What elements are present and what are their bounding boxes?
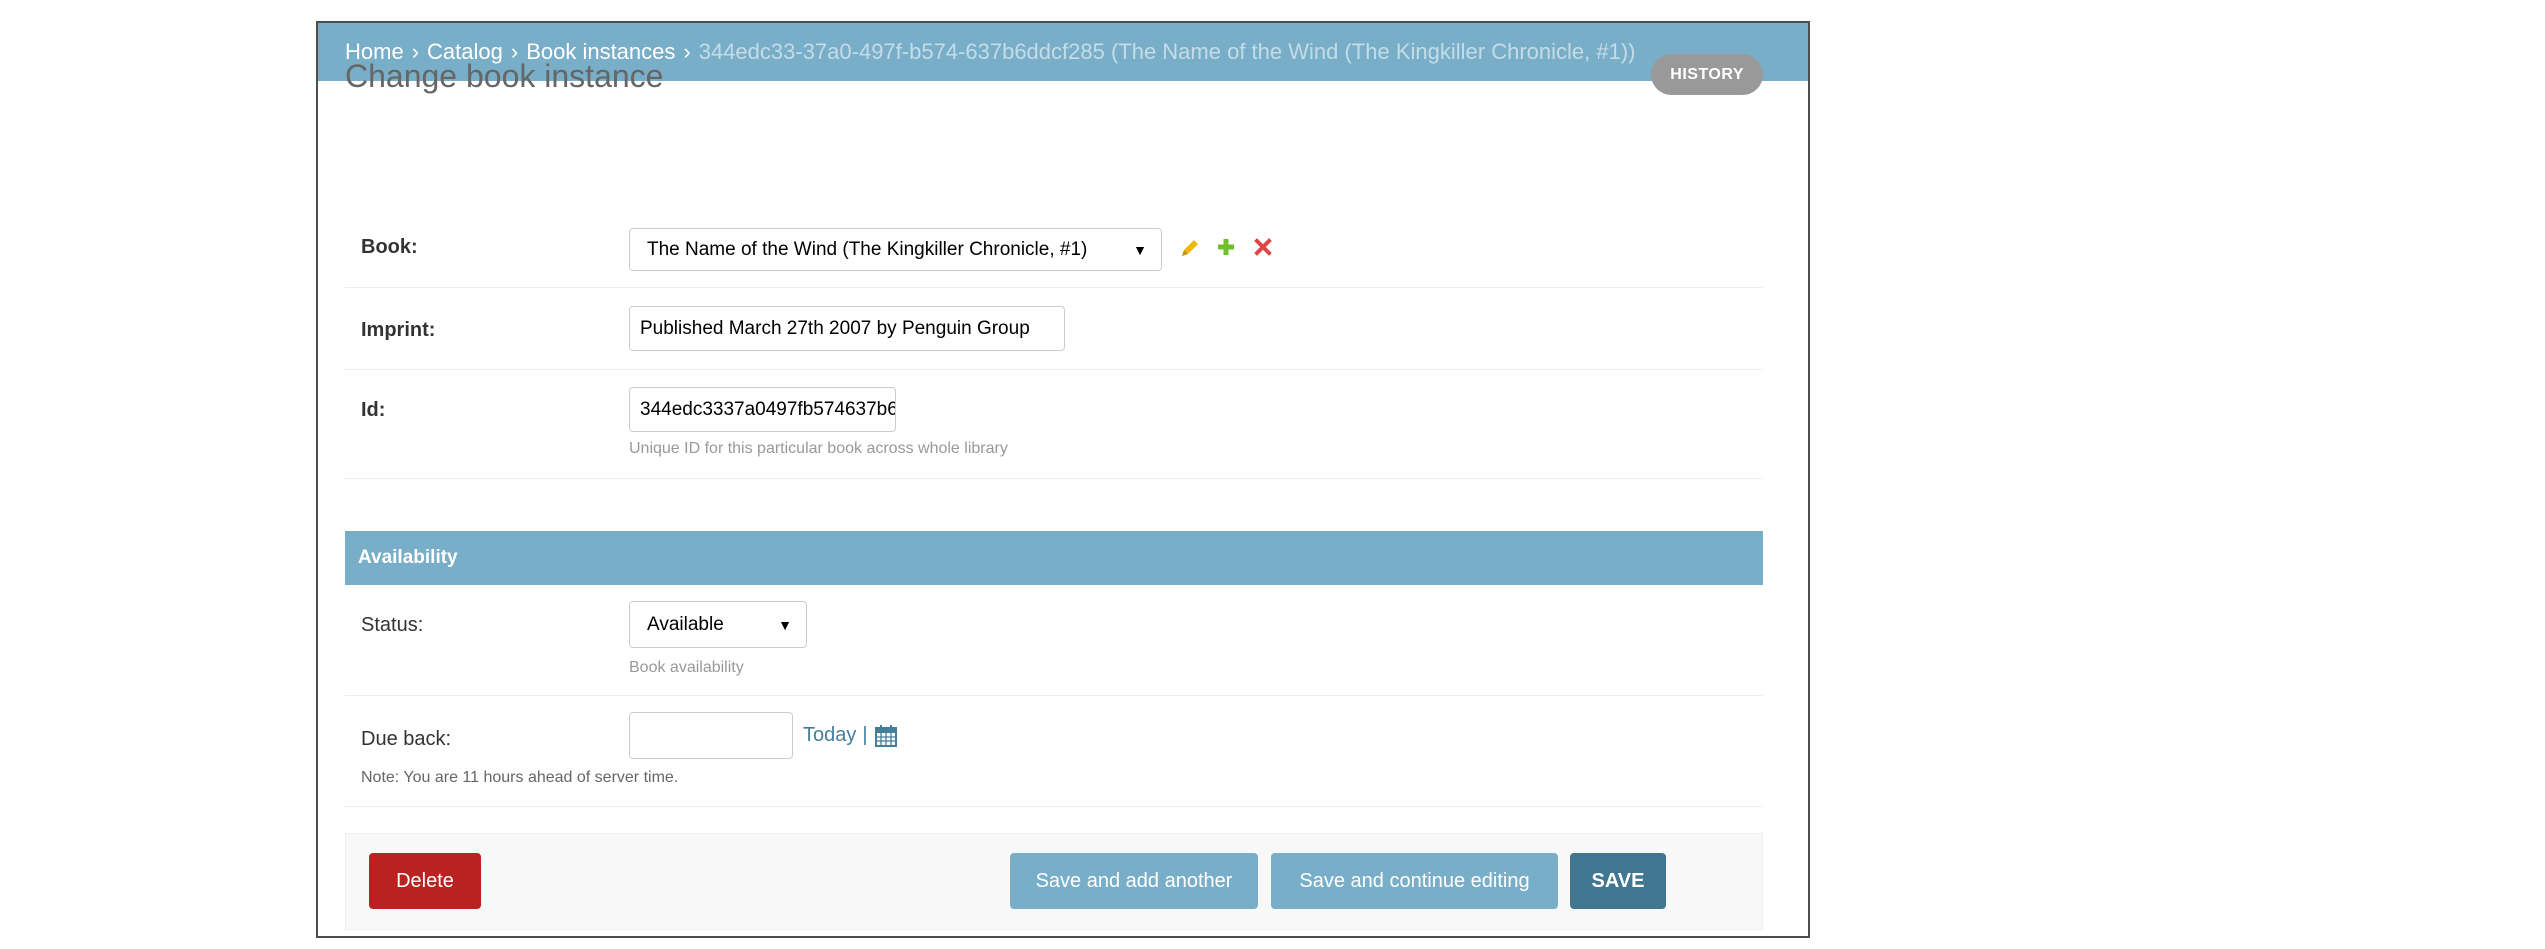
page-title: Change book instance [345,58,664,94]
status-select-value: Available [647,613,724,635]
due-back-input[interactable] [629,712,793,759]
book-select-value: The Name of the Wind (The Kingkiller Chr… [647,238,1088,260]
availability-section-header: Availability [345,531,1763,585]
breadcrumb-separator: › [683,39,691,64]
save-button[interactable]: SAVE [1570,853,1666,909]
plus-icon[interactable] [1216,237,1236,262]
form-row-id: Id: 344edc3337a0497fb574637b6ddcf285 Uni… [345,370,1763,479]
shortcut-separator: | [862,724,868,746]
book-field-wrapper: The Name of the Wind (The Kingkiller Chr… [629,228,1162,271]
form-row-due-back: Due back: Today | Note: You are 11 hours… [345,696,1763,807]
status-label: Status: [361,614,424,636]
imprint-field-wrapper: Published March 27th 2007 by Penguin Gro… [629,306,1065,351]
imprint-label: Imprint: [361,319,436,341]
status-select[interactable]: Available ▼ [629,601,807,648]
pencil-icon[interactable] [1179,237,1201,264]
book-select[interactable]: The Name of the Wind (The Kingkiller Chr… [629,228,1162,271]
status-field-wrapper: Available ▼ [629,601,807,648]
save-and-add-another-button[interactable]: Save and add another [1010,853,1258,909]
id-help-text: Unique ID for this particular book acros… [629,440,1008,457]
admin-window: Home › Catalog › Book instances › 344edc… [316,21,1810,938]
availability-fieldset: Status: Available ▼ Book availability Du… [345,585,1763,807]
form-row-book: Book: The Name of the Wind (The Kingkill… [345,204,1763,288]
chevron-down-icon: ▼ [1133,241,1147,258]
id-field-wrapper: 344edc3337a0497fb574637b6ddcf285 [629,387,896,432]
chevron-down-icon: ▼ [778,616,792,633]
history-button[interactable]: HISTORY [1651,54,1763,95]
book-instance-form: Book: The Name of the Wind (The Kingkill… [345,204,1763,479]
id-label: Id: [361,399,386,421]
form-row-imprint: Imprint: Published March 27th 2007 by Pe… [345,288,1763,370]
x-icon[interactable] [1254,238,1272,261]
submit-row: Delete Save and add another Save and con… [345,833,1763,930]
form-row-status: Status: Available ▼ Book availability [345,585,1763,696]
calendar-icon[interactable] [874,724,898,748]
timezone-note: Note: You are 11 hours ahead of server t… [361,769,679,786]
imprint-input[interactable]: Published March 27th 2007 by Penguin Gro… [629,306,1065,351]
book-label: Book: [361,236,418,258]
breadcrumb-current: 344edc33-37a0-497f-b574-637b6ddcf285 (Th… [698,39,1636,64]
id-input[interactable]: 344edc3337a0497fb574637b6ddcf285 [629,387,896,432]
today-link[interactable]: Today [803,724,856,747]
status-help-text: Book availability [629,659,744,676]
save-and-continue-editing-button[interactable]: Save and continue editing [1271,853,1558,909]
due-back-label: Due back: [361,728,452,750]
due-back-field-wrapper: Today | [629,712,898,759]
delete-button[interactable]: Delete [369,853,481,909]
